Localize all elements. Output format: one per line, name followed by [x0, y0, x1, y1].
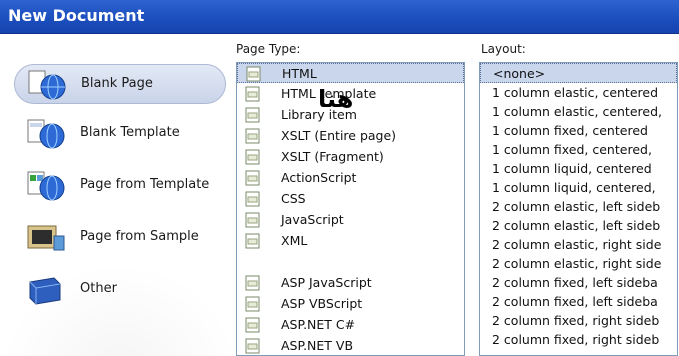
category-label: Blank Template	[80, 125, 180, 140]
page-from-template-icon	[27, 171, 65, 201]
page-type-item[interactable]: XSLT (Entire page)	[237, 126, 464, 146]
web-document-icon	[245, 149, 260, 165]
window-title: New Document	[8, 6, 145, 25]
category-label: Page from Sample	[80, 229, 199, 244]
page-type-item[interactable]: ASP JavaScript	[237, 273, 464, 293]
category-page-from-sample[interactable]: Page from Sample	[14, 218, 226, 258]
layout-item[interactable]: 2 column fixed, right sideb	[480, 311, 677, 331]
page-type-spacer	[237, 252, 464, 272]
layout-item[interactable]: 2 column fixed, left sideba	[480, 273, 677, 293]
layout-item[interactable]: 2 column fixed, right sideb	[480, 330, 677, 350]
web-document-icon	[246, 66, 261, 82]
dialog-body: Blank Page Blank Template Page from Temp…	[0, 34, 679, 356]
page-type-item[interactable]: HTML	[237, 63, 464, 83]
category-label: Other	[80, 281, 117, 296]
web-document-icon	[245, 170, 260, 186]
layout-item[interactable]: 1 column liquid, centered	[480, 159, 677, 179]
web-document-icon	[245, 107, 260, 123]
layout-item[interactable]: 2 column elastic, left sideb	[480, 216, 677, 236]
category-blank-page[interactable]: Blank Page	[14, 64, 226, 104]
other-icon	[29, 277, 61, 305]
layout-item[interactable]: 1 column elastic, centered	[480, 83, 677, 103]
layout-item[interactable]: 1 column liquid, centered,	[480, 178, 677, 198]
page-type-item[interactable]: ActionScript	[237, 168, 464, 188]
category-page-from-template[interactable]: Page from Template	[14, 166, 226, 206]
category-blank-template[interactable]: Blank Template	[14, 114, 226, 154]
layout-item[interactable]: 2 column elastic, right side	[480, 254, 677, 274]
layout-item[interactable]: 1 column fixed, centered,	[480, 140, 677, 160]
layout-item[interactable]: 2 column elastic, right side	[480, 235, 677, 255]
layout-item[interactable]: 1 column elastic, centered,	[480, 102, 677, 122]
category-other[interactable]: Other	[14, 270, 226, 310]
category-label: Blank Page	[81, 76, 153, 91]
annotation-overlay-text: هنا	[318, 85, 354, 113]
web-document-icon	[245, 275, 260, 291]
page-type-item[interactable]: ASP VBScript	[237, 294, 464, 314]
web-document-icon	[245, 86, 260, 102]
page-type-header: Page Type:	[236, 42, 301, 56]
web-document-icon	[245, 317, 260, 333]
blank-template-icon	[27, 119, 65, 149]
blank-page-icon	[28, 70, 66, 100]
web-document-icon	[245, 128, 260, 144]
page-type-item[interactable]: ASP.NET C#	[237, 315, 464, 335]
layout-item[interactable]: 1 column fixed, centered	[480, 121, 677, 141]
web-document-icon	[245, 296, 260, 312]
layout-header: Layout:	[481, 42, 526, 56]
page-from-sample-icon	[27, 225, 65, 251]
layout-item[interactable]: 2 column elastic, left sideb	[480, 197, 677, 217]
page-type-item[interactable]: ASP.NET VB	[237, 336, 464, 355]
layout-list[interactable]: <none> 1 column elastic, centered 1 colu…	[479, 62, 678, 356]
web-document-icon	[245, 233, 260, 249]
page-type-item[interactable]: JavaScript	[237, 210, 464, 230]
web-document-icon	[245, 212, 260, 228]
page-type-item[interactable]: XSLT (Fragment)	[237, 147, 464, 167]
web-document-icon	[245, 191, 260, 207]
page-type-item[interactable]: XML	[237, 231, 464, 251]
category-label: Page from Template	[80, 177, 210, 192]
title-bar: New Document	[0, 0, 679, 34]
page-type-item[interactable]: CSS	[237, 189, 464, 209]
web-document-icon	[245, 338, 260, 354]
layout-item[interactable]: <none>	[480, 63, 677, 83]
layout-item[interactable]: 2 column fixed, left sideba	[480, 292, 677, 312]
